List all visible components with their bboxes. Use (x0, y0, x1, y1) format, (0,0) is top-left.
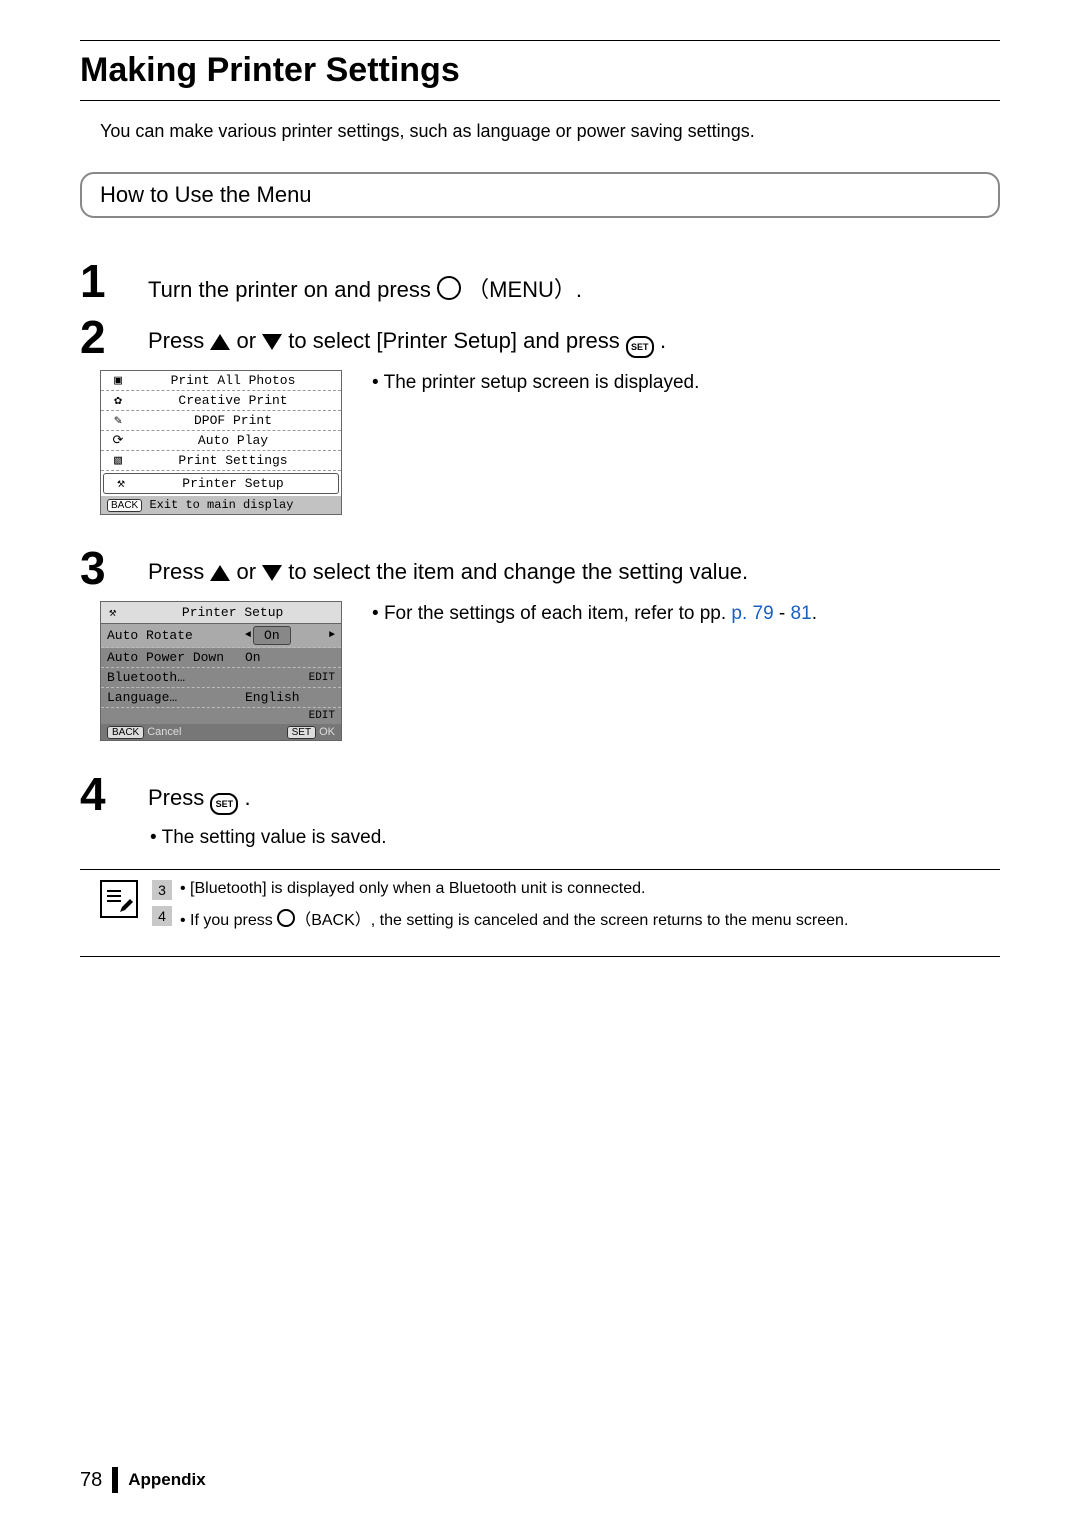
page-number: 78 (80, 1469, 102, 1492)
note-4-back-label: （BACK） (295, 912, 371, 929)
up-arrow-icon (210, 334, 230, 350)
settings-screenshot: ⚒ Printer Setup Auto Rotate ◄On► Auto Po… (100, 601, 342, 741)
settings-row: Language… English (101, 688, 341, 708)
page-title: Making Printer Settings (80, 51, 1000, 90)
menu-item: ✿Creative Print (101, 391, 341, 411)
menu-button-icon (437, 276, 461, 300)
settings-title: ⚒ Printer Setup (101, 602, 341, 624)
note-3-text: [Bluetooth] is displayed only when a Blu… (190, 880, 645, 897)
note-4-pre: If you press (190, 912, 277, 929)
back-button-icon (277, 909, 295, 927)
step-2-body: ▣Print All Photos ✿Creative Print ✎DPOF … (100, 370, 1000, 515)
note-row-4: 4 • If you press （BACK）, the setting is … (152, 906, 1000, 930)
dpof-icon: ✎ (109, 413, 127, 428)
down-arrow-icon (262, 334, 282, 350)
step-1-text: Turn the printer on and press （MENU）. (148, 258, 1000, 304)
step-3-text: Press or to select the item and change t… (148, 545, 1000, 585)
printer-setup-icon: ⚒ (112, 476, 130, 491)
menu-item: ▣Print All Photos (101, 371, 341, 391)
right-arrow-icon: ► (329, 630, 335, 641)
menu-bottom-bar: BACK Exit to main display (101, 496, 341, 514)
creative-icon: ✿ (109, 393, 127, 408)
settings-row: Auto Power Down On (101, 648, 341, 668)
step-4: 4 Press SET . (80, 771, 1000, 817)
step-4-pre: Press (148, 785, 210, 810)
step-2-mid1: or (236, 328, 262, 353)
step-2-sub: • The printer setup screen is displayed. (372, 372, 699, 515)
step-2-post: . (660, 328, 666, 353)
note-num-3: 3 (152, 880, 172, 900)
step-3-sub: • For the settings of each item, refer t… (372, 603, 817, 741)
note-icon (100, 880, 138, 918)
note-bottom-rule (80, 956, 1000, 957)
step-3-num: 3 (80, 545, 140, 591)
section-heading-box: How to Use the Menu (80, 172, 1000, 218)
menu-screenshot: ▣Print All Photos ✿Creative Print ✎DPOF … (100, 370, 342, 515)
set-button-icon: SET (210, 793, 238, 815)
photos-icon: ▣ (109, 373, 127, 388)
menu-bottom-text: Exit to main display (149, 498, 293, 512)
notes-block: 3 • [Bluetooth] is displayed only when a… (100, 880, 1000, 936)
ok-label: OK (319, 726, 335, 738)
note-num-4: 4 (152, 906, 172, 926)
step-2-text: Press or to select [Printer Setup] and p… (148, 314, 1000, 358)
note-4-post: , the setting is canceled and the screen… (371, 912, 849, 929)
step-2-mid2: to select [Printer Setup] and press (288, 328, 626, 353)
settings-bottom-bar: BACKCancel SETOK (101, 724, 341, 740)
menu-item: ⟳Auto Play (101, 431, 341, 451)
footer-section: Appendix (128, 1470, 205, 1490)
step-1-menu-label: （MENU） (467, 277, 576, 302)
page-footer: 78 Appendix (80, 1467, 206, 1493)
left-arrow-icon: ◄ (245, 630, 251, 641)
step-1: 1 Turn the printer on and press （MENU）. (80, 258, 1000, 304)
down-arrow-icon (262, 565, 282, 581)
page-link-81[interactable]: 81 (791, 603, 812, 624)
back-label: BACK (107, 726, 144, 739)
step-3-pre: Press (148, 559, 210, 584)
note-lines: 3 • [Bluetooth] is displayed only when a… (152, 880, 1000, 936)
step-4-sub: • The setting value is saved. (150, 827, 1000, 849)
section-heading: How to Use the Menu (100, 182, 312, 207)
step-2: 2 Press or to select [Printer Setup] and… (80, 314, 1000, 360)
menu-item: ▧Print Settings (101, 451, 341, 471)
set-button-icon: SET (626, 336, 654, 358)
step-4-text: Press SET . (148, 771, 1000, 815)
note-top-rule (80, 869, 1000, 870)
autoplay-icon: ⟳ (109, 433, 127, 448)
settings-row-selected: Auto Rotate ◄On► (101, 624, 341, 648)
pencil-icon (118, 898, 134, 914)
print-settings-icon: ▧ (109, 453, 127, 468)
step-3-body: ⚒ Printer Setup Auto Rotate ◄On► Auto Po… (100, 601, 1000, 741)
back-button-label: BACK (107, 499, 142, 512)
step-4-num: 4 (80, 771, 140, 817)
footer-bar (112, 1467, 118, 1493)
cancel-label: Cancel (147, 726, 181, 738)
settings-edit-row: EDIT (101, 708, 341, 724)
set-label: SET (287, 726, 316, 739)
intro-text: You can make various printer settings, s… (100, 121, 1000, 142)
page-link-79[interactable]: p. 79 (731, 603, 773, 624)
menu-item-selected: ⚒Printer Setup (103, 473, 339, 494)
printer-setup-icon: ⚒ (109, 605, 116, 620)
step-3-mid2: to select the item and change the settin… (288, 559, 748, 584)
title-block: Making Printer Settings (80, 51, 1000, 101)
step-1-pre: Turn the printer on and press (148, 277, 437, 302)
step-2-num: 2 (80, 314, 140, 360)
step-3-mid1: or (236, 559, 262, 584)
step-2-pre: Press (148, 328, 210, 353)
top-rule (80, 40, 1000, 41)
note-row-3: 3 • [Bluetooth] is displayed only when a… (152, 880, 1000, 900)
step-3: 3 Press or to select the item and change… (80, 545, 1000, 591)
step-4-post: . (244, 785, 250, 810)
step-1-post: . (576, 277, 582, 302)
step-1-num: 1 (80, 258, 140, 304)
up-arrow-icon (210, 565, 230, 581)
settings-row: Bluetooth… EDIT (101, 668, 341, 688)
menu-item: ✎DPOF Print (101, 411, 341, 431)
